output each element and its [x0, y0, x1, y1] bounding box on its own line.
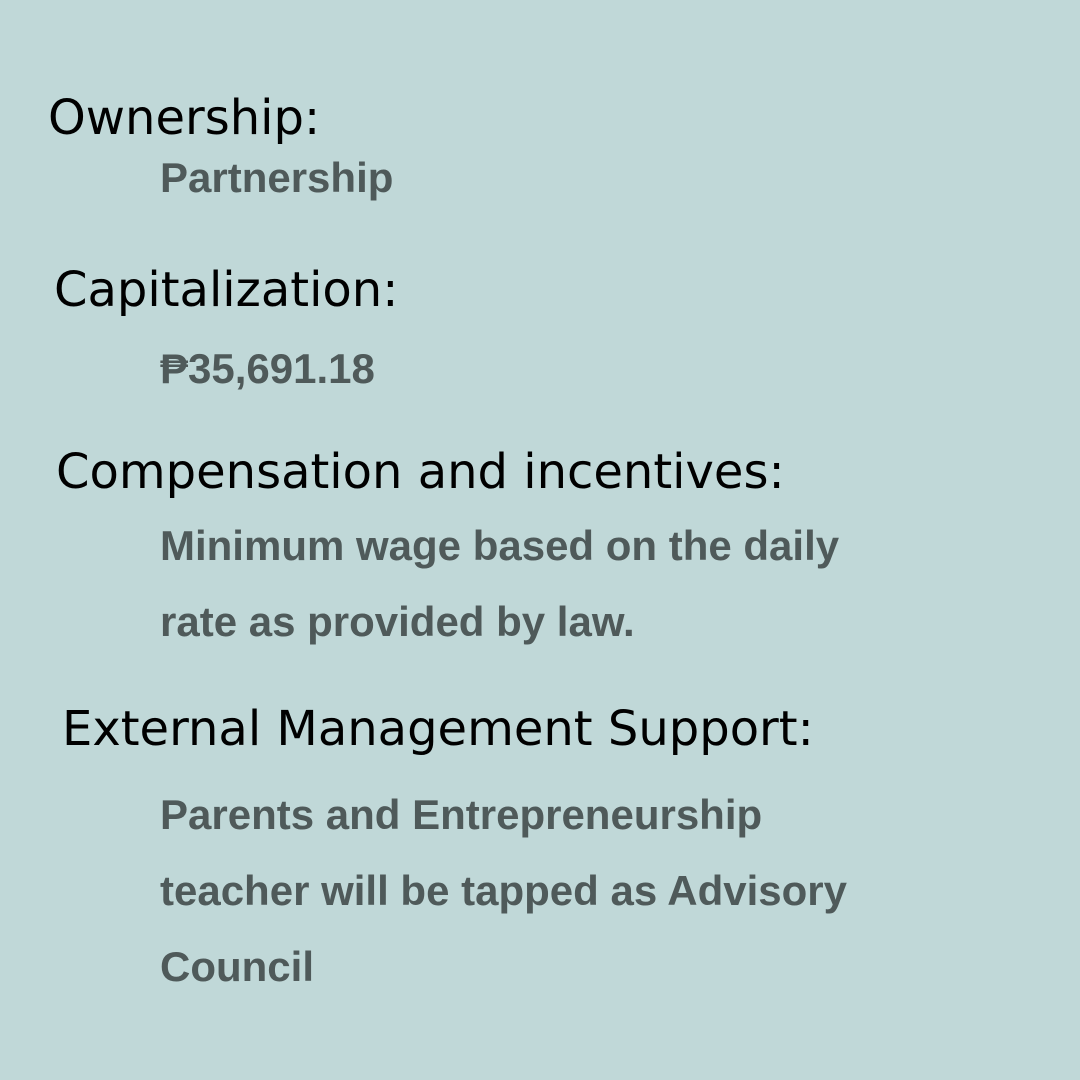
- ownership-heading: Ownership:: [48, 90, 321, 146]
- external-support-value-line: Parents and Entrepreneurship: [160, 791, 763, 838]
- compensation-heading: Compensation and incentives:: [56, 444, 785, 500]
- compensation-value: Minimum wage based on the daily rate as …: [160, 508, 839, 660]
- external-support-value-line: Council: [160, 943, 314, 990]
- capitalization-value-line: ₱35,691.18: [160, 345, 375, 392]
- external-support-value-line: teacher will be tapped as Advisory: [160, 867, 848, 914]
- compensation-value-line: Minimum wage based on the daily: [160, 522, 840, 569]
- capitalization-heading: Capitalization:: [54, 262, 399, 318]
- page: { "sections": [ { "heading": "Ownership:…: [0, 0, 1080, 1080]
- compensation-value-line: rate as provided by law.: [160, 598, 635, 645]
- external-support-value: Parents and Entrepreneurship teacher wil…: [160, 777, 847, 1005]
- capitalization-value: ₱35,691.18: [160, 331, 375, 407]
- ownership-value: Partnership: [160, 140, 393, 216]
- external-support-heading: External Management Support:: [62, 701, 814, 757]
- ownership-value-line: Partnership: [160, 154, 394, 201]
